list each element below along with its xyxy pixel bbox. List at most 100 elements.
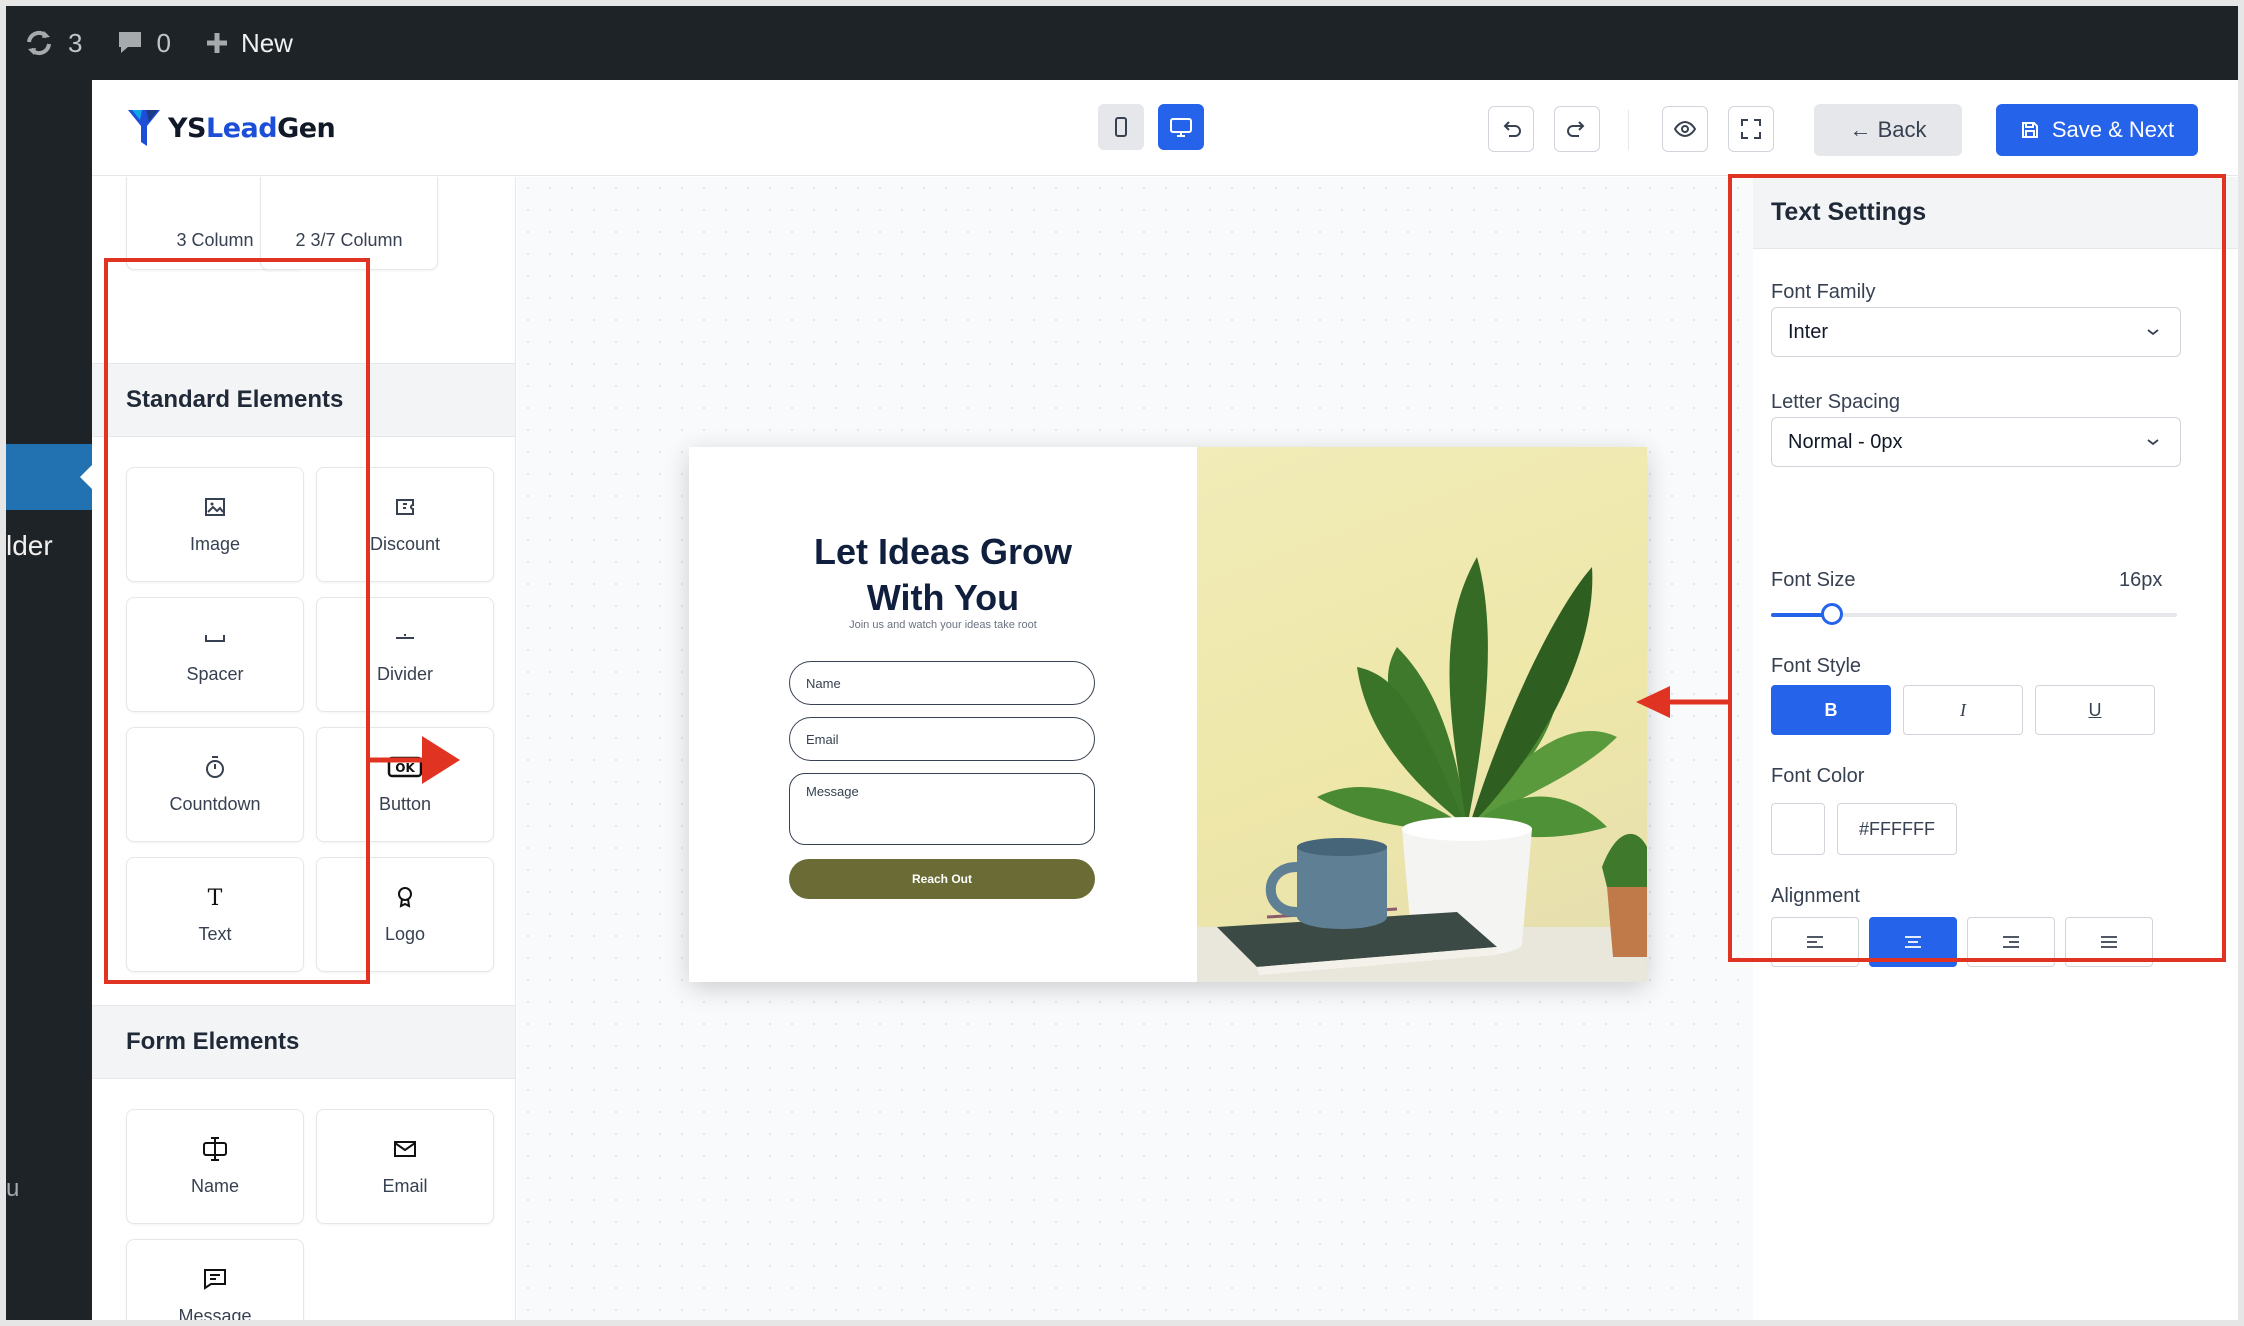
message-icon — [204, 1269, 226, 1290]
redo-button[interactable] — [1554, 106, 1600, 152]
popup-headline[interactable]: Let Ideas Grow With You — [689, 529, 1197, 621]
badge-icon — [398, 887, 412, 908]
bold-button[interactable]: B — [1771, 685, 1891, 735]
element-tile-name[interactable]: Name — [126, 1109, 304, 1224]
element-label: Countdown — [169, 794, 261, 814]
logo-wordmark: YSLeadGen — [168, 112, 336, 144]
reach-out-button[interactable]: Reach Out — [789, 859, 1095, 899]
timer-icon — [206, 756, 224, 778]
popup-subtitle[interactable]: Join us and watch your ideas take root — [689, 619, 1197, 631]
element-tile-countdown[interactable]: Countdown — [126, 727, 304, 842]
mobile-icon — [1115, 117, 1127, 137]
element-tile-discount[interactable]: Discount — [316, 467, 494, 582]
element-label: 3 Column — [176, 230, 254, 250]
letter-spacing-select[interactable]: Normal - 0px — [1771, 417, 2181, 467]
font-color-hex-input[interactable]: #FFFFFF — [1837, 803, 1957, 855]
email-field[interactable]: Email — [789, 717, 1095, 761]
redo-icon — [1567, 121, 1585, 137]
desktop-view-button[interactable] — [1158, 104, 1204, 150]
element-label: Spacer — [186, 664, 244, 684]
message-field[interactable]: Message — [789, 773, 1095, 845]
comment-icon — [119, 32, 142, 53]
popup-preview-card[interactable]: Let Ideas Grow With You Join us and watc… — [689, 447, 1647, 982]
fullscreen-icon — [1741, 119, 1761, 139]
element-label: Divider — [376, 664, 433, 684]
active-menu-item[interactable] — [6, 444, 92, 510]
element-label: 2 3/7 Column — [295, 230, 403, 250]
updates-count: 3 — [68, 27, 83, 58]
ticket-icon — [396, 499, 414, 515]
font-family-value: Inter — [1788, 320, 1829, 343]
save-next-button[interactable]: Save & Next — [1996, 104, 2198, 156]
element-tile-divider[interactable]: Divider — [316, 597, 494, 712]
chevron-down-icon — [2147, 329, 2159, 336]
align-center-icon — [1905, 936, 1921, 948]
undo-button[interactable] — [1488, 106, 1534, 152]
image-icon — [205, 498, 225, 516]
comments-item[interactable]: 0 — [116, 27, 171, 59]
save-icon — [2021, 122, 2038, 138]
element-tile-image[interactable]: Image — [126, 467, 304, 582]
italic-button[interactable]: I — [1903, 685, 2023, 735]
align-justify-button[interactable] — [2065, 917, 2153, 967]
element-label: Email — [382, 1176, 428, 1196]
element-label: Name — [190, 1176, 239, 1196]
element-label: Logo — [384, 924, 426, 944]
element-label: Message — [178, 1306, 252, 1320]
name-field[interactable]: Name — [789, 661, 1095, 705]
element-label: Button — [378, 794, 432, 814]
desktop-icon — [1170, 118, 1192, 137]
menu-label-fragment[interactable]: u — [6, 1175, 19, 1203]
elements-panel: 3 Column 2 3/7 Column Standard Elements … — [92, 177, 516, 1320]
element-tile-text[interactable]: T Text — [126, 857, 304, 972]
element-tile-button[interactable]: OK Button — [316, 727, 494, 842]
align-right-button[interactable] — [1967, 917, 2055, 967]
element-tile-2-37-column[interactable]: 2 3/7 Column — [260, 177, 438, 270]
builder-canvas: Let Ideas Grow With You Join us and watc… — [517, 177, 1753, 1320]
form-elements-header: Form Elements — [92, 1005, 515, 1079]
mobile-view-button[interactable] — [1098, 104, 1144, 150]
fullscreen-button[interactable] — [1728, 106, 1774, 152]
new-content-item[interactable]: New — [205, 28, 293, 59]
builder-toolbar: YSLeadGen ← Back Save & Next — [92, 80, 2238, 176]
letter-spacing-value: Normal - 0px — [1788, 430, 1903, 453]
back-button[interactable]: ← Back — [1814, 104, 1962, 156]
preview-button[interactable] — [1662, 106, 1708, 152]
element-tile-message[interactable]: Message — [126, 1239, 304, 1320]
active-menu-label[interactable]: lder — [6, 530, 53, 562]
align-justify-icon — [2101, 936, 2117, 948]
font-size-value: 16px — [2119, 569, 2163, 591]
font-family-select[interactable]: Inter — [1771, 307, 2181, 357]
popup-content: Let Ideas Grow With You Join us and watc… — [689, 447, 1197, 982]
standard-elements-header: Standard Elements — [92, 363, 515, 437]
text-icon: T — [208, 886, 223, 909]
font-color-label: Font Color — [1771, 765, 1865, 787]
font-size-slider-thumb[interactable] — [1820, 603, 1843, 625]
element-tile-logo[interactable]: Logo — [316, 857, 494, 972]
wp-admin-menu: lder u — [6, 80, 92, 1320]
element-tile-spacer[interactable]: Spacer — [126, 597, 304, 712]
align-left-icon — [1807, 936, 1823, 948]
underline-button[interactable]: U — [2035, 685, 2155, 735]
screenshot-frame: 3 0 New lder u YSLeadGen ← Back Save & N… — [6, 6, 2238, 1320]
text-cursor-icon — [203, 1137, 227, 1161]
yslead-logo: YSLeadGen — [126, 108, 336, 148]
element-label: Text — [198, 924, 232, 944]
align-left-button[interactable] — [1771, 917, 1859, 967]
element-tile-email[interactable]: Email — [316, 1109, 494, 1224]
spacer-icon — [205, 635, 225, 642]
svg-text:OK: OK — [395, 761, 415, 775]
align-center-button[interactable] — [1869, 917, 1957, 967]
font-size-slider[interactable] — [1771, 603, 2177, 625]
letter-spacing-label: Letter Spacing — [1771, 391, 1900, 413]
comments-count: 0 — [156, 27, 171, 58]
undo-icon — [1503, 121, 1521, 137]
font-color-swatch[interactable] — [1771, 803, 1825, 855]
divider-icon — [396, 634, 414, 639]
font-size-label: Font Size — [1771, 569, 1856, 591]
updates-item[interactable]: 3 — [22, 28, 82, 59]
popup-image[interactable] — [1197, 447, 1647, 982]
wp-admin-bar: 3 0 New — [6, 6, 2238, 80]
svg-text:T: T — [208, 886, 223, 909]
chevron-down-icon — [2147, 439, 2159, 446]
